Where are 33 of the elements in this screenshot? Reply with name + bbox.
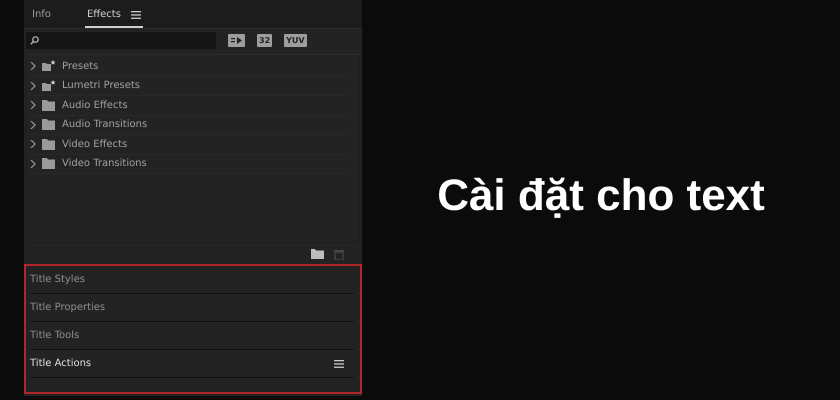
tree-item-label[interactable]: Presets <box>62 60 98 72</box>
menu-icon[interactable] <box>334 360 344 368</box>
panel-title[interactable]: Title Styles <box>30 274 85 285</box>
search-field[interactable] <box>26 32 216 49</box>
chevron-icon[interactable] <box>30 101 36 110</box>
filter-button[interactable]: YUV <box>284 34 307 47</box>
panel-title[interactable]: Title Actions <box>30 358 92 369</box>
tree-item-label[interactable]: Lumetri Presets <box>62 80 140 92</box>
panel-title[interactable]: Title Tools <box>30 330 80 341</box>
search-icon <box>30 36 39 45</box>
chevron-icon[interactable] <box>30 140 36 148</box>
star-folder-icon <box>42 80 56 92</box>
panel-menu-icon[interactable] <box>130 10 141 18</box>
chevron-icon[interactable] <box>30 160 36 168</box>
star-folder-icon <box>42 60 56 72</box>
chevron-icon[interactable] <box>30 62 36 70</box>
chevron-icon[interactable] <box>30 120 36 129</box>
folder-icon <box>42 119 56 130</box>
new-folder-icon[interactable] <box>311 249 324 259</box>
chevron-icon[interactable] <box>30 82 36 90</box>
caption: Cài đặt cho text <box>437 171 765 222</box>
tree-item-label[interactable]: Video Effects <box>62 138 128 150</box>
tree-item-label[interactable]: Video Transitions <box>62 158 147 170</box>
folder-icon <box>42 158 56 170</box>
tree-item-label[interactable]: Audio Effects <box>62 100 128 111</box>
folder-icon <box>42 100 56 111</box>
folder-icon <box>42 138 56 150</box>
tree-item-label[interactable]: Audio Transitions <box>62 119 148 130</box>
panel-tab[interactable]: Effects <box>84 9 143 28</box>
filter-button[interactable]: 32 <box>257 34 272 47</box>
accelerated-effects-icon[interactable] <box>228 34 245 47</box>
panel-tab[interactable]: Info <box>30 9 53 28</box>
panel-title[interactable]: Title Properties <box>30 302 106 313</box>
